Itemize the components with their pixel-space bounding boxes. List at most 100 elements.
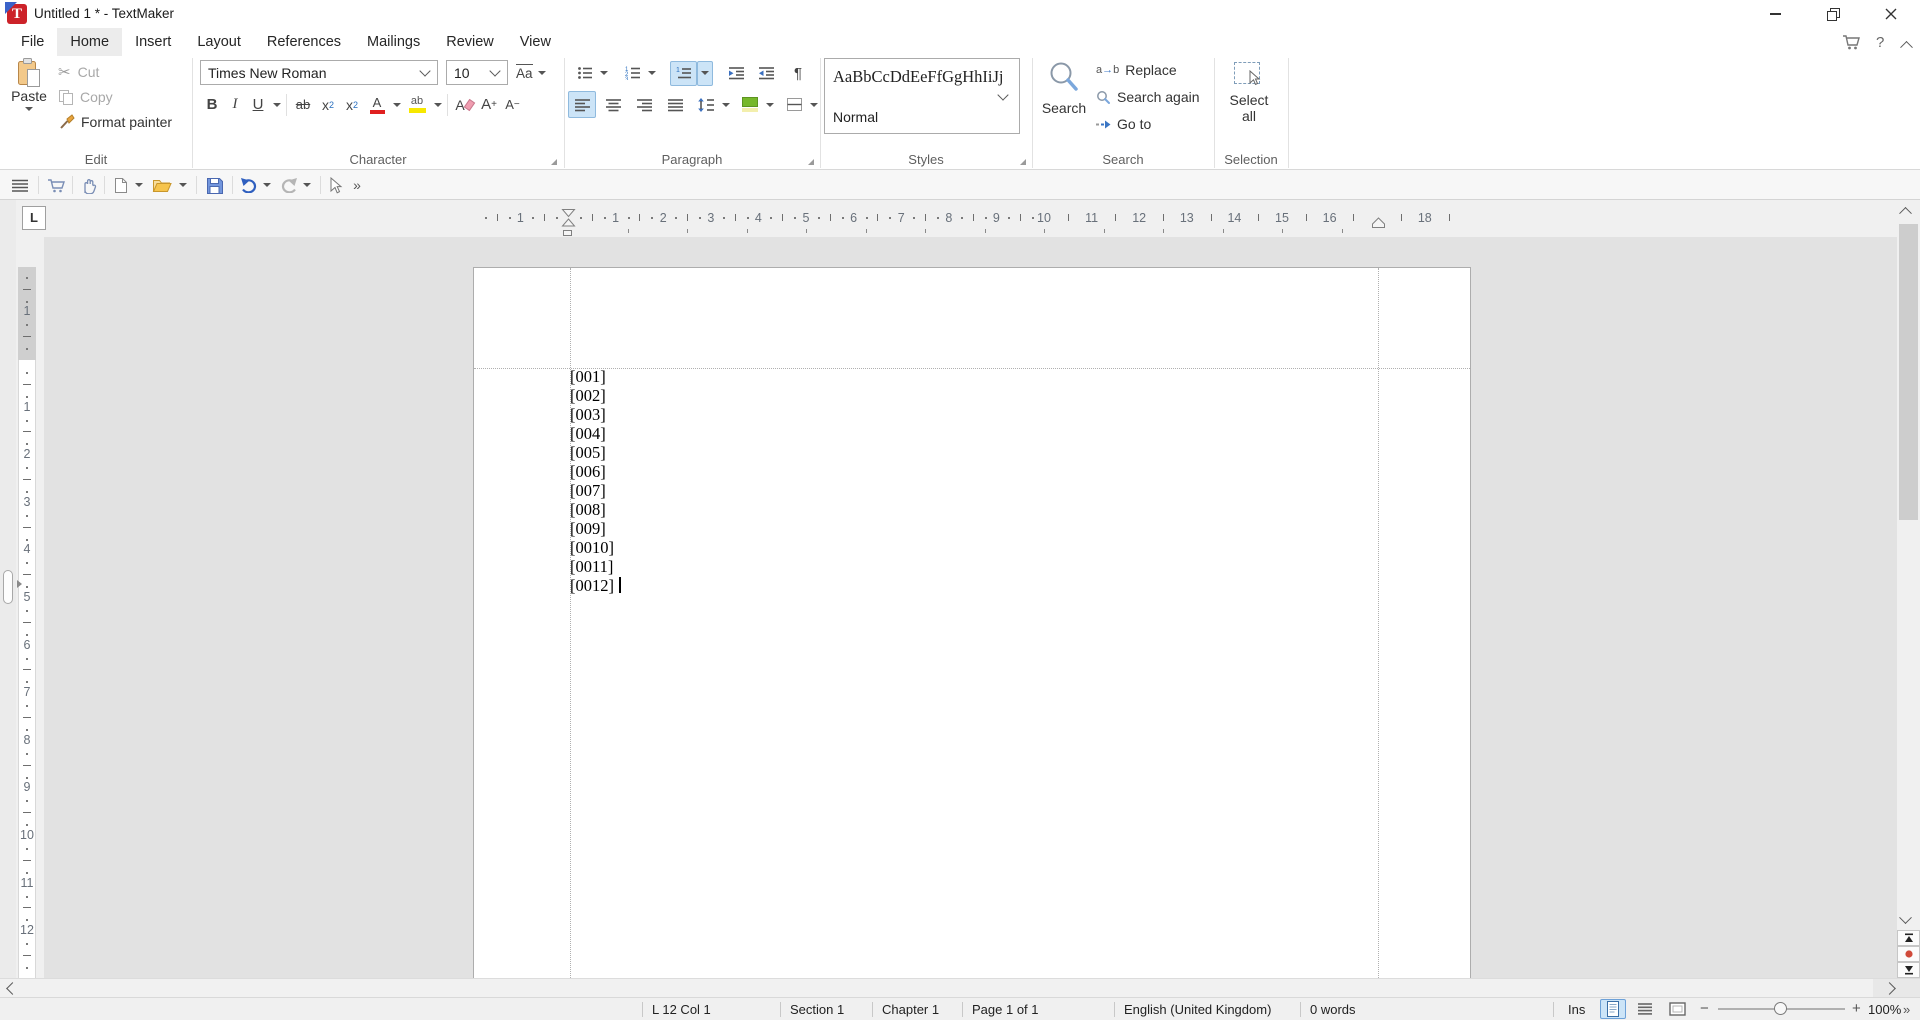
statusbar-overflow-icon[interactable]: »: [1903, 1002, 1910, 1017]
menu-tab-insert[interactable]: Insert: [122, 28, 184, 56]
menu-tab-home[interactable]: Home: [57, 28, 122, 56]
sidebar-splitter-handle[interactable]: [3, 570, 13, 604]
document-page[interactable]: [001][002][003][004][005][006][007][008]…: [473, 267, 1471, 978]
vertical-ruler[interactable]: [16, 237, 44, 978]
redo-dropdown-arrow[interactable]: [300, 173, 314, 197]
word-count[interactable]: 0 words: [1310, 1002, 1356, 1017]
textmaker-app-icon[interactable]: T: [7, 4, 27, 24]
toolbar-overflow-icon[interactable]: »: [348, 173, 366, 197]
page-indicator[interactable]: Page 1 of 1: [972, 1002, 1039, 1017]
undo-icon[interactable]: [238, 173, 260, 197]
redo-icon[interactable]: [278, 173, 300, 197]
bullet-list-button[interactable]: [572, 61, 597, 86]
font-color-button[interactable]: A: [364, 92, 390, 118]
styles-dropdown-icon[interactable]: [997, 89, 1008, 100]
sidebar-expand-icon[interactable]: [17, 580, 22, 588]
document-line[interactable]: [001]: [570, 367, 621, 386]
shrink-font-button[interactable]: A−: [501, 92, 524, 118]
document-workspace[interactable]: [001][002][003][004][005][006][007][008]…: [44, 237, 1897, 978]
clear-formatting-button[interactable]: A: [451, 92, 477, 118]
minimize-button[interactable]: [1746, 0, 1804, 28]
indent-marker-right[interactable]: [1371, 217, 1386, 229]
shading-button[interactable]: [737, 91, 763, 118]
help-icon[interactable]: ?: [1876, 34, 1884, 51]
draft-view-button[interactable]: [1632, 999, 1658, 1019]
scroll-left-icon[interactable]: [8, 984, 17, 993]
document-line[interactable]: [007]: [570, 481, 621, 500]
character-dialog-launcher[interactable]: [551, 159, 557, 165]
browse-previous-button[interactable]: [1897, 930, 1920, 946]
go-to-button[interactable]: Go to: [1096, 114, 1151, 134]
select-all-button[interactable]: Select all: [1220, 58, 1278, 136]
vertical-scrollbar-thumb[interactable]: [1899, 224, 1918, 520]
numbered-list-button[interactable]: 123: [620, 61, 645, 86]
document-line[interactable]: [002]: [570, 386, 621, 405]
insert-mode-indicator[interactable]: Ins: [1568, 1002, 1585, 1017]
cut-button[interactable]: ✂ Cut: [58, 62, 99, 82]
zoom-in-button[interactable]: +: [1852, 1000, 1861, 1017]
scroll-up-icon[interactable]: [1901, 206, 1910, 215]
copy-button[interactable]: Copy: [58, 87, 113, 107]
borders-dropdown-arrow[interactable]: [807, 91, 820, 118]
section-indicator[interactable]: Section 1: [790, 1002, 844, 1017]
document-line[interactable]: [0011]: [570, 557, 621, 576]
document-line[interactable]: [0010]: [570, 538, 621, 557]
font-size-dropdown-icon[interactable]: [489, 65, 500, 76]
store-cart-icon[interactable]: [1842, 33, 1862, 56]
chapter-indicator[interactable]: Chapter 1: [882, 1002, 939, 1017]
search-button[interactable]: Search: [1036, 58, 1092, 136]
new-document-dropdown-arrow[interactable]: [132, 173, 146, 197]
shading-dropdown-arrow[interactable]: [763, 91, 776, 118]
line-spacing-dropdown-arrow[interactable]: [719, 91, 732, 118]
styles-gallery[interactable]: AaBbCcDdEeFfGgHhIiJj Normal: [824, 58, 1020, 134]
paste-dropdown-arrow[interactable]: [25, 107, 33, 111]
indent-marker-left[interactable]: [561, 208, 576, 228]
document-line[interactable]: [008]: [570, 500, 621, 519]
scroll-right-box[interactable]: [1873, 978, 1920, 997]
italic-button[interactable]: I: [224, 92, 246, 118]
bold-button[interactable]: B: [200, 92, 224, 118]
document-text[interactable]: [001][002][003][004][005][006][007][008]…: [570, 367, 621, 595]
cursor-position[interactable]: L 12 Col 1: [652, 1002, 711, 1017]
document-line[interactable]: [003]: [570, 405, 621, 424]
browse-target-button[interactable]: [1897, 946, 1920, 962]
hand-tool-icon[interactable]: [78, 173, 100, 197]
font-name-dropdown-icon[interactable]: [419, 65, 430, 76]
underline-button[interactable]: U: [246, 92, 270, 118]
decrease-indent-button[interactable]: [753, 61, 779, 86]
highlight-dropdown-arrow[interactable]: [431, 92, 444, 118]
menu-tab-layout[interactable]: Layout: [184, 28, 254, 56]
horizontal-scrollbar[interactable]: [0, 978, 1897, 997]
change-case-button[interactable]: Aa: [516, 60, 546, 85]
new-document-icon[interactable]: [110, 173, 132, 197]
menu-tab-mailings[interactable]: Mailings: [354, 28, 433, 56]
tab-selector[interactable]: L: [22, 206, 46, 230]
superscript-button[interactable]: x2: [340, 92, 364, 118]
highlight-color-button[interactable]: ab: [403, 92, 431, 118]
open-folder-icon[interactable]: [150, 173, 174, 197]
fullscreen-view-button[interactable]: [1664, 999, 1690, 1019]
menu-tab-view[interactable]: View: [507, 28, 564, 56]
show-paragraph-marks-button[interactable]: ¶: [787, 61, 809, 86]
replace-button[interactable]: a→b Replace: [1096, 60, 1177, 80]
search-again-button[interactable]: Search again: [1096, 87, 1200, 107]
grow-font-button[interactable]: A+: [477, 92, 501, 118]
paragraph-dialog-launcher[interactable]: [808, 159, 814, 165]
align-right-button[interactable]: [630, 91, 658, 118]
font-color-dropdown-arrow[interactable]: [390, 92, 403, 118]
cart-icon[interactable]: [44, 173, 68, 197]
zoom-level[interactable]: 100%: [1868, 1002, 1901, 1017]
document-line[interactable]: [009]: [570, 519, 621, 538]
numbered-list-dropdown-arrow[interactable]: [645, 61, 658, 86]
document-line[interactable]: [006]: [570, 462, 621, 481]
language-indicator[interactable]: English (United Kingdom): [1124, 1002, 1271, 1017]
zoom-out-button[interactable]: −: [1700, 1000, 1709, 1017]
menu-tab-file[interactable]: File: [8, 28, 57, 56]
borders-button[interactable]: [781, 91, 807, 118]
align-center-button[interactable]: [599, 91, 627, 118]
collapse-ribbon-icon[interactable]: [1902, 40, 1911, 49]
document-line[interactable]: [004]: [570, 424, 621, 443]
undo-dropdown-arrow[interactable]: [260, 173, 274, 197]
justify-button[interactable]: [661, 91, 689, 118]
restore-button[interactable]: [1804, 0, 1862, 28]
